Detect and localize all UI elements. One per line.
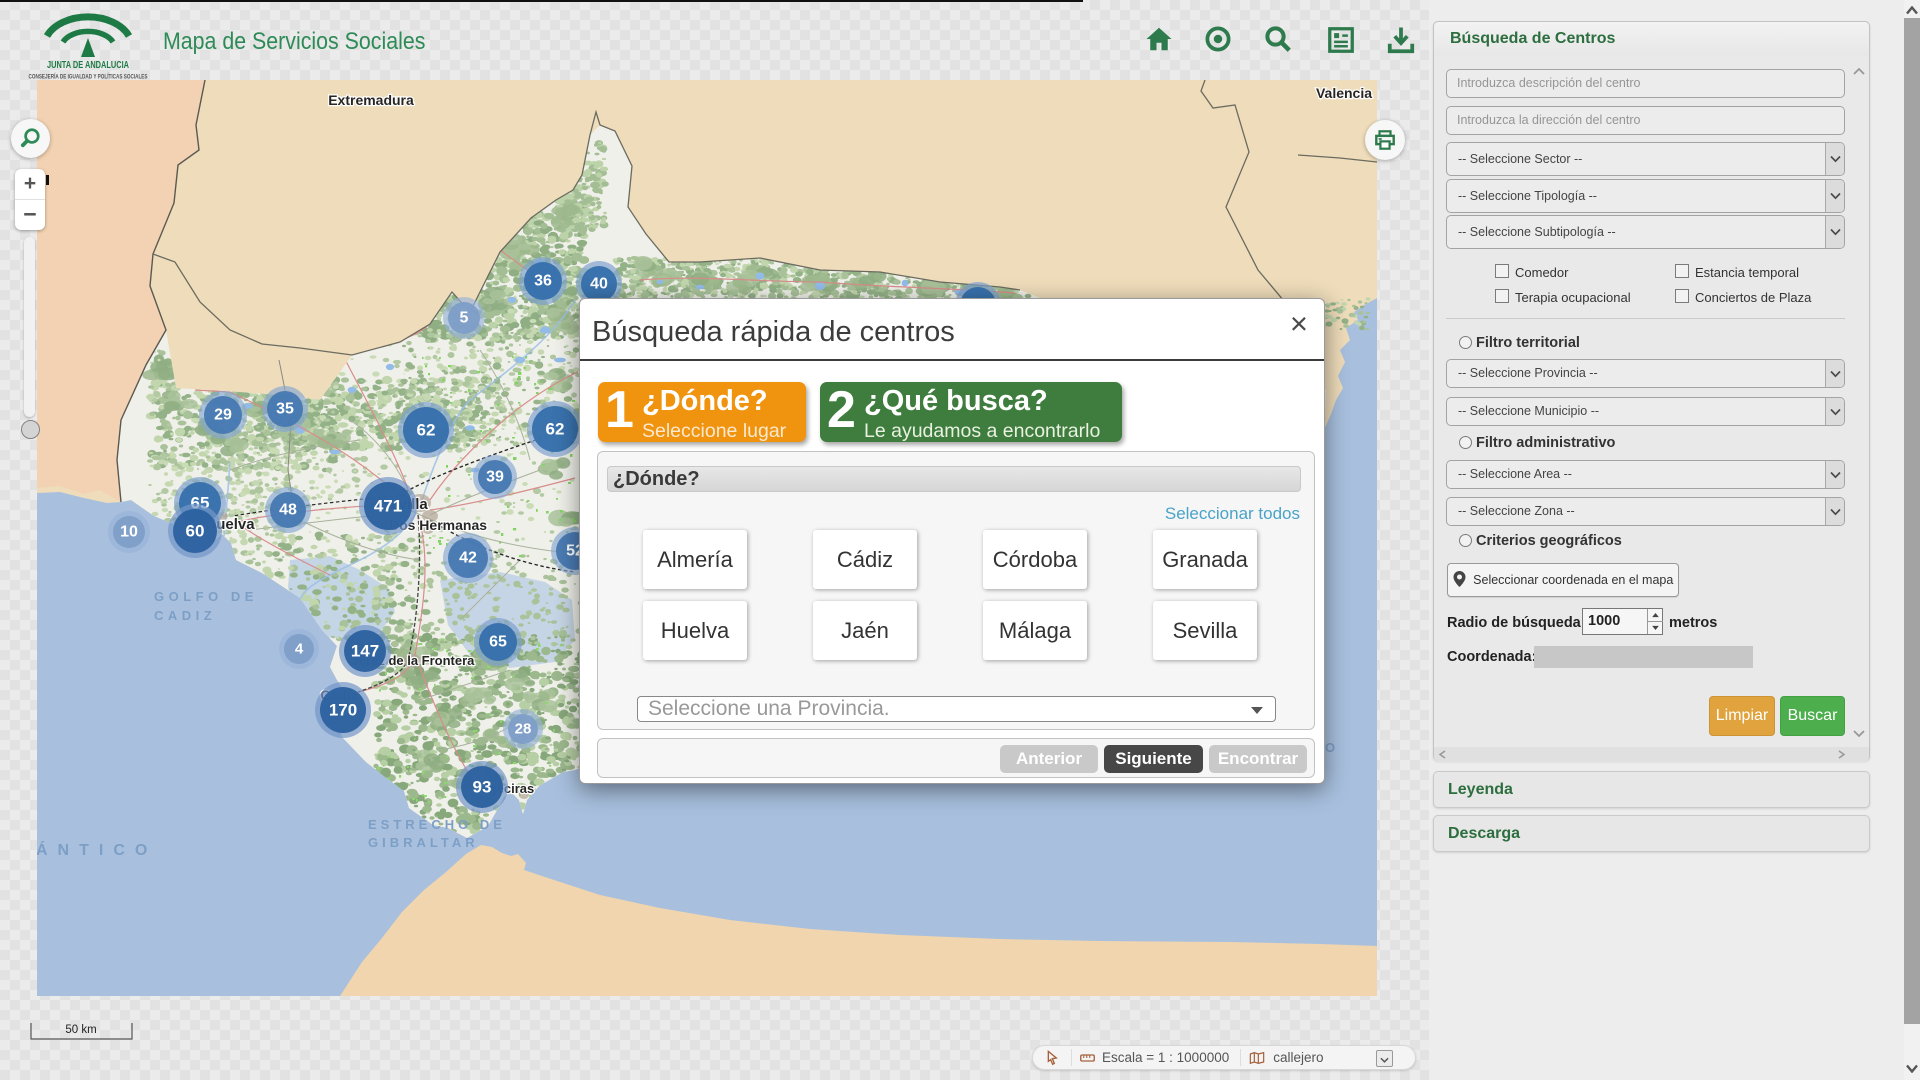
svg-text:JUNTA DE ANDALUCIA: JUNTA DE ANDALUCIA xyxy=(47,60,129,71)
